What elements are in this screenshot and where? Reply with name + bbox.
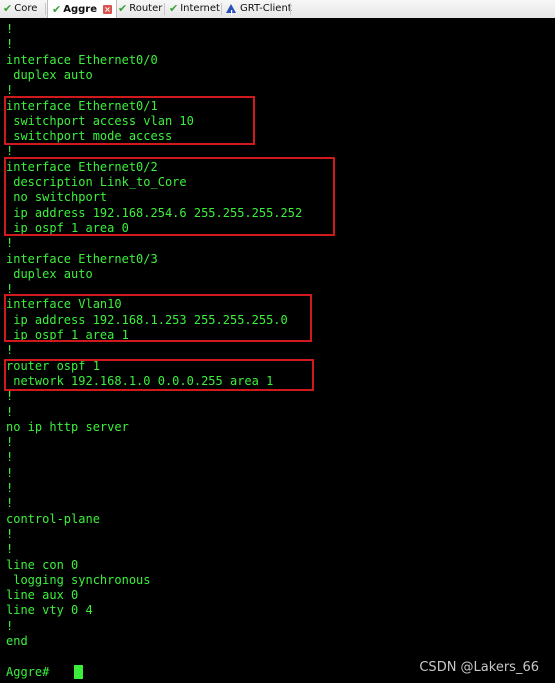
terminal-line: ! bbox=[6, 618, 14, 633]
terminal-line: ! bbox=[6, 22, 14, 36]
check-icon: ✔ bbox=[52, 2, 62, 16]
highlight-box-ethernet0-1 bbox=[4, 96, 255, 145]
terminal-line: control-plane bbox=[6, 511, 100, 526]
terminal-line: ! bbox=[6, 37, 14, 52]
watermark-text: CSDN @Lakers_66 bbox=[419, 660, 539, 675]
terminal-line: ! bbox=[6, 542, 14, 557]
tab-label: Aggre bbox=[63, 3, 97, 15]
tab-router[interactable]: ✔ Router bbox=[118, 0, 162, 17]
terminal-line: ! bbox=[6, 236, 14, 251]
terminal-line: line vty 0 4 bbox=[6, 603, 93, 618]
tab-internet[interactable]: ✔ Internet bbox=[169, 0, 220, 17]
session-tab-bar: ✔ Core ✔ Aggre × ✔ Router ✔ Internet GRT… bbox=[0, 0, 555, 22]
check-icon: ✔ bbox=[169, 2, 179, 15]
terminal-line: ! bbox=[6, 465, 14, 480]
tab-grt-client[interactable]: GRT-Client bbox=[226, 0, 292, 22]
tab-label: GRT-Client bbox=[240, 3, 292, 14]
terminal-line: line con 0 bbox=[6, 557, 79, 572]
terminal-line: logging synchronous bbox=[6, 572, 151, 587]
tab-label: Router bbox=[129, 3, 163, 14]
terminal-output[interactable]: !! interface Ethernet0/0 duplex auto! inte… bbox=[0, 18, 555, 683]
highlight-box-vlan10 bbox=[4, 294, 312, 342]
check-icon: ✔ bbox=[118, 2, 128, 15]
highlight-box-ethernet0-2 bbox=[4, 157, 335, 236]
terminal-line: ! bbox=[6, 496, 14, 511]
tab-divider bbox=[221, 3, 222, 15]
warning-icon bbox=[226, 4, 236, 22]
tab-divider bbox=[45, 3, 46, 15]
terminal-line: no ip http server bbox=[6, 419, 129, 434]
terminal-line: ! bbox=[6, 435, 14, 450]
close-tab-icon[interactable]: × bbox=[103, 4, 112, 14]
tab-label: Core bbox=[14, 3, 38, 14]
terminal-line: Aggre# bbox=[6, 664, 50, 679]
terminal-line: interface Ethernet0/3 bbox=[6, 251, 158, 266]
terminal-cursor bbox=[74, 665, 83, 679]
terminal-line: ! bbox=[6, 343, 14, 358]
terminal-line: line aux 0 bbox=[6, 588, 79, 603]
highlight-box-router-ospf bbox=[4, 359, 314, 391]
terminal-line: interface Ethernet0/0 bbox=[6, 52, 158, 67]
check-icon: ✔ bbox=[3, 2, 13, 15]
terminal-line: ! bbox=[6, 389, 14, 404]
terminal-line: ! bbox=[6, 450, 14, 465]
terminal-line: ! bbox=[6, 526, 14, 541]
terminal-line: ! bbox=[6, 404, 14, 419]
tab-label: Internet bbox=[180, 3, 220, 14]
tab-divider bbox=[290, 3, 291, 15]
tab-divider bbox=[164, 3, 165, 15]
tab-aggre[interactable]: ✔ Aggre × bbox=[47, 0, 117, 18]
terminal-line: duplex auto bbox=[6, 266, 93, 281]
terminal-line: duplex auto bbox=[6, 67, 93, 82]
terminal-line: end bbox=[6, 634, 28, 648]
tab-core[interactable]: ✔ Core bbox=[3, 0, 37, 17]
terminal-line: ! bbox=[6, 481, 14, 495]
